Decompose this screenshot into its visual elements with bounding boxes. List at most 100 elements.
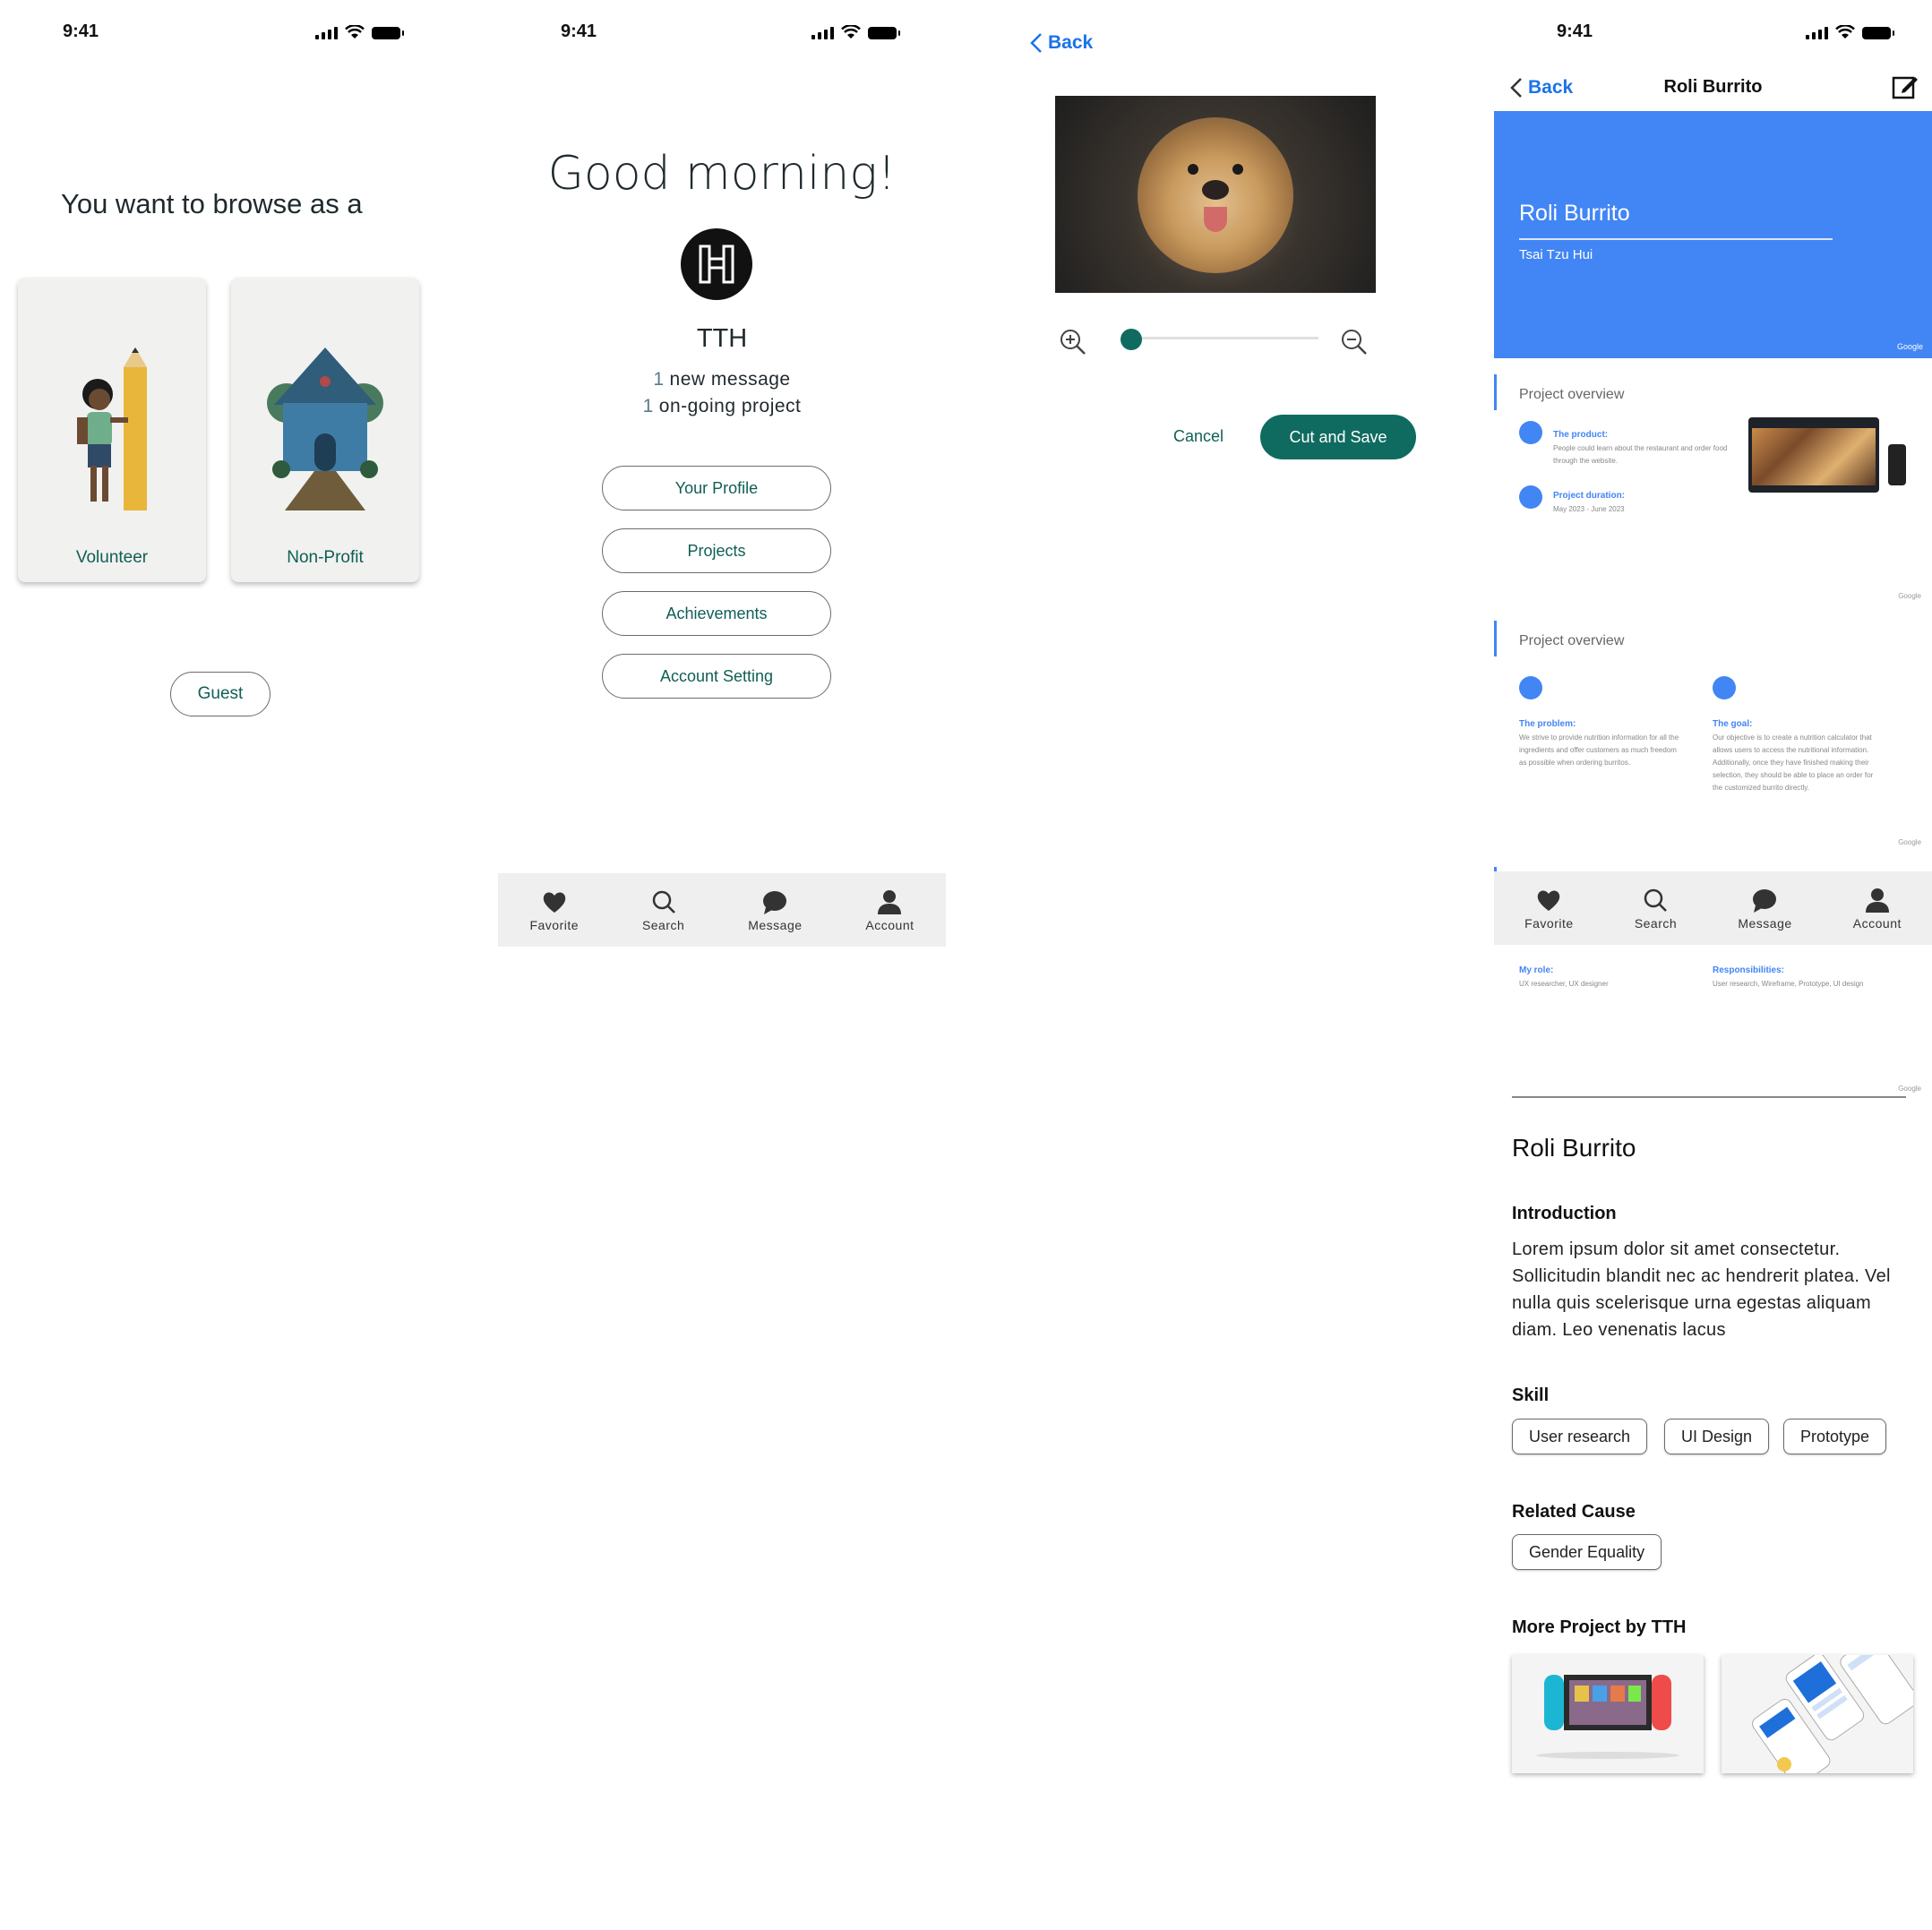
skill-chip[interactable]: UI Design bbox=[1664, 1419, 1770, 1454]
volunteer-illustration bbox=[77, 347, 147, 510]
dog-eye-right bbox=[1232, 164, 1243, 175]
role-text: UX researcher, UX designer bbox=[1519, 980, 1609, 988]
status-bar: 9:41 bbox=[1494, 0, 1932, 63]
messages-text: new message bbox=[669, 369, 791, 390]
zoom-slider-thumb[interactable] bbox=[1121, 329, 1142, 350]
messages-count: 1 bbox=[653, 369, 665, 390]
project-thumbnail[interactable] bbox=[1722, 1655, 1913, 1773]
dog-tongue bbox=[1204, 207, 1227, 232]
project-detail-screen: 9:41 Back Roli Burrito Roli Burrito Tsai… bbox=[1494, 0, 1932, 1930]
signal-icon bbox=[315, 25, 338, 39]
skill-chip[interactable]: Prototype bbox=[1783, 1419, 1887, 1454]
section-divider bbox=[1512, 1096, 1906, 1098]
back-button[interactable]: Back bbox=[1030, 32, 1093, 54]
phone-mockup-image bbox=[1888, 444, 1906, 485]
tab-message-label: Message bbox=[748, 918, 803, 932]
tab-message[interactable]: Message bbox=[748, 888, 802, 932]
problem-text: We strive to provide nutrition informati… bbox=[1519, 733, 1679, 767]
dog-eye-left bbox=[1188, 164, 1198, 175]
wifi-icon bbox=[1835, 25, 1855, 39]
status-icons bbox=[811, 25, 900, 39]
dog-nose bbox=[1202, 180, 1229, 200]
cover-brand: Google bbox=[1896, 342, 1923, 351]
projects-count: 1 bbox=[642, 396, 654, 416]
signal-icon bbox=[1806, 25, 1828, 39]
overview-slide-2: Project overview The problem: We strive … bbox=[1494, 621, 1932, 852]
back-label: Back bbox=[1048, 32, 1094, 53]
non-profit-card[interactable]: Non-Profit bbox=[231, 278, 419, 582]
tab-message[interactable]: Message bbox=[1738, 886, 1791, 931]
introduction-heading: Introduction bbox=[1512, 1204, 1617, 1223]
achievements-button[interactable]: Achievements bbox=[602, 591, 831, 636]
cover-divider bbox=[1519, 238, 1833, 240]
bottom-tab-bar: Favorite Search Message Account bbox=[498, 873, 946, 947]
guest-button[interactable]: Guest bbox=[170, 672, 270, 716]
crop-photo-area[interactable] bbox=[1055, 96, 1376, 293]
chat-bubble-icon bbox=[1753, 889, 1777, 913]
responsibilities-heading: Responsibilities: bbox=[1713, 965, 1785, 975]
laptop-mockup-image bbox=[1748, 417, 1879, 493]
cause-chip[interactable]: Gender Equality bbox=[1512, 1534, 1662, 1570]
goal-text: Our objective is to create a nutrition c… bbox=[1713, 733, 1874, 792]
tab-account-label: Account bbox=[865, 918, 914, 932]
battery-icon bbox=[1862, 27, 1894, 39]
tab-search[interactable]: Search bbox=[1635, 886, 1677, 931]
account-setting-button[interactable]: Account Setting bbox=[602, 654, 831, 699]
edit-icon[interactable] bbox=[1892, 73, 1919, 100]
product-text: People could learn about the restaurant … bbox=[1553, 444, 1728, 465]
bottom-tab-bar: Favorite Search Message Account bbox=[1494, 871, 1932, 945]
role-heading: My role: bbox=[1519, 965, 1554, 975]
related-cause-heading: Related Cause bbox=[1512, 1502, 1636, 1522]
house-illustration bbox=[267, 347, 383, 510]
user-logo-avatar bbox=[681, 228, 752, 300]
wifi-icon bbox=[841, 25, 861, 39]
slide-accent-bar bbox=[1494, 374, 1497, 410]
duration-heading: Project duration: bbox=[1553, 491, 1626, 501]
search-icon bbox=[1644, 888, 1668, 912]
your-profile-button[interactable]: Your Profile bbox=[602, 466, 831, 510]
cut-and-save-button[interactable]: Cut and Save bbox=[1260, 415, 1416, 459]
product-heading: The product: bbox=[1553, 430, 1609, 440]
battery-icon bbox=[868, 27, 900, 39]
food-photo bbox=[1752, 428, 1876, 485]
tab-favorite[interactable]: Favorite bbox=[1524, 886, 1574, 931]
projects-text: on-going project bbox=[658, 396, 802, 416]
battery-icon bbox=[372, 27, 404, 39]
zoom-in-icon[interactable] bbox=[1059, 328, 1087, 356]
zoom-out-icon[interactable] bbox=[1340, 328, 1369, 356]
responsibilities-text: User research, Wireframe, Prototype, UI … bbox=[1713, 980, 1864, 988]
skill-chip[interactable]: User research bbox=[1512, 1419, 1648, 1454]
heart-icon bbox=[1538, 890, 1560, 911]
volunteer-card[interactable]: Volunteer bbox=[18, 278, 206, 582]
signal-icon bbox=[811, 25, 834, 39]
projects-info: 1 on-going project bbox=[498, 396, 946, 417]
status-time: 9:41 bbox=[63, 21, 99, 41]
slide-brand: Google bbox=[1898, 838, 1921, 846]
search-icon bbox=[652, 890, 675, 914]
tab-account[interactable]: Account bbox=[865, 888, 914, 932]
tab-account-label: Account bbox=[1852, 916, 1902, 931]
status-time: 9:41 bbox=[1557, 21, 1593, 41]
projects-button[interactable]: Projects bbox=[602, 528, 831, 573]
cancel-button[interactable]: Cancel bbox=[1173, 427, 1224, 446]
status-icons bbox=[1806, 25, 1894, 39]
tab-favorite[interactable]: Favorite bbox=[529, 888, 579, 932]
tab-message-label: Message bbox=[1738, 916, 1792, 931]
status-time: 9:41 bbox=[561, 21, 597, 41]
clock-icon bbox=[1519, 485, 1542, 509]
alert-icon bbox=[1519, 676, 1542, 699]
crop-circle[interactable] bbox=[1138, 117, 1293, 273]
tab-search[interactable]: Search bbox=[642, 888, 684, 932]
home-screen: 9:41 Good morning! TTH 1 new message 1 on-… bbox=[498, 0, 946, 1930]
slide-brand: Google bbox=[1898, 592, 1921, 600]
tab-favorite-label: Favorite bbox=[1524, 916, 1574, 931]
duration-text: May 2023 - June 2023 bbox=[1553, 505, 1625, 513]
tab-account[interactable]: Account bbox=[1853, 886, 1902, 931]
zoom-slider-track[interactable] bbox=[1121, 337, 1318, 339]
project-thumbnail[interactable] bbox=[1512, 1655, 1704, 1773]
slide-title: Project overview bbox=[1519, 633, 1625, 648]
tab-favorite-label: Favorite bbox=[529, 918, 580, 932]
overview-slide-1: Project overview The product: People cou… bbox=[1494, 374, 1932, 605]
tab-search-label: Search bbox=[1634, 916, 1678, 931]
status-bar: 9:41 bbox=[0, 0, 498, 63]
